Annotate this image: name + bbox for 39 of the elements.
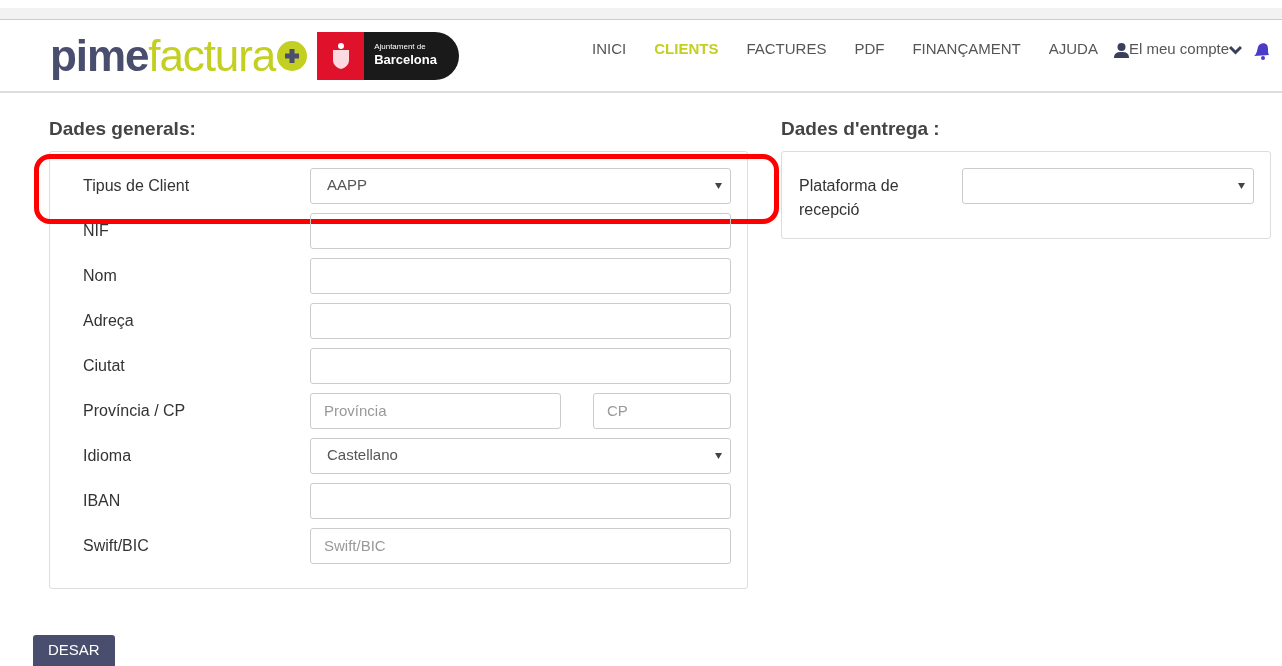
input-field[interactable] xyxy=(310,302,731,339)
user-icon xyxy=(1113,41,1129,58)
nav-link[interactable]: PDF xyxy=(854,38,885,61)
input-field[interactable]: CP xyxy=(593,392,731,429)
partner-text: Ajuntament de xyxy=(374,42,427,53)
input-field[interactable]: Província xyxy=(310,392,561,429)
input-field[interactable] xyxy=(310,212,731,249)
field-label: Ciutat xyxy=(82,355,126,376)
nav-link[interactable]: FINANÇAMENT xyxy=(912,38,1021,61)
dropdown[interactable]: AAPP xyxy=(310,167,731,204)
nav-link[interactable]: FACTURES xyxy=(746,38,827,61)
input-field[interactable] xyxy=(310,347,731,384)
section-title: Dades generals: xyxy=(49,117,197,141)
field-label: Idioma xyxy=(82,445,133,466)
dropdown-arrow-icon xyxy=(715,182,722,189)
field-label: Plataforma de recepció xyxy=(798,175,900,220)
field-label: Adreça xyxy=(82,310,135,331)
field-label: IBAN xyxy=(82,490,122,511)
partner-text: Barcelona xyxy=(374,52,437,69)
plus-icon xyxy=(277,40,308,71)
input-field[interactable]: Swift/BIC xyxy=(310,527,731,564)
dropdown-arrow-icon xyxy=(1238,182,1245,189)
chevron-down-icon[interactable] xyxy=(1229,44,1242,55)
input-field[interactable] xyxy=(310,257,731,294)
field-label: Tipus de Client xyxy=(82,175,191,196)
nav-link[interactable]: INICI xyxy=(592,38,627,61)
field-label: Nom xyxy=(82,265,118,286)
field-label: NIF xyxy=(82,220,110,241)
input-field[interactable] xyxy=(310,482,731,519)
dropdown[interactable]: Castellano xyxy=(310,437,731,474)
nav-link[interactable]: AJUDA xyxy=(1048,38,1098,61)
save-button[interactable]: DESAR xyxy=(33,635,115,666)
brand-logo-text: pimefactura xyxy=(50,33,276,78)
account-menu[interactable]: El meu compte xyxy=(1128,38,1229,61)
section-title: Dades d'entrega : xyxy=(781,117,941,141)
dropdown[interactable] xyxy=(962,167,1254,204)
dropdown-arrow-icon xyxy=(715,452,722,459)
field-label: Província / CP xyxy=(82,400,187,421)
field-label: Swift/BIC xyxy=(82,535,150,556)
